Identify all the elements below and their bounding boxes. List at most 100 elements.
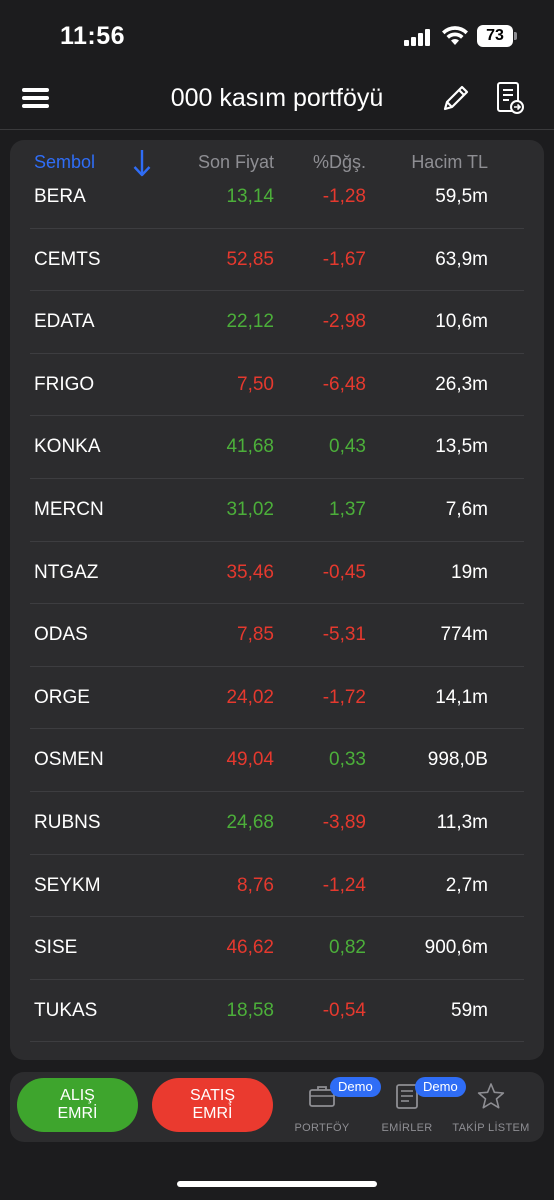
cell-volume: 26,3m — [435, 373, 488, 395]
cell-volume: 900,6m — [424, 937, 488, 959]
cell-price: 24,68 — [226, 811, 274, 833]
column-header-symbol[interactable]: Sembol — [34, 152, 95, 173]
cell-price: 49,04 — [226, 749, 274, 771]
cell-change: -1,72 — [322, 686, 366, 708]
cell-symbol: ODAS — [34, 624, 88, 646]
star-icon — [477, 1083, 505, 1109]
cell-volume: 63,9m — [435, 248, 488, 270]
status-bar: 11:56 73 — [0, 0, 554, 72]
tab-emirler-label: EMİRLER — [381, 1122, 433, 1134]
table-row[interactable]: FRIGO 7,50 -6,48 26,3m — [30, 354, 524, 417]
cell-price: 41,68 — [226, 436, 274, 458]
bottom-bar: ALIŞ EMRİ SATIŞ EMRİ Demo PORTFÖY Demo E… — [10, 1072, 544, 1142]
cell-volume: 13,5m — [435, 436, 488, 458]
cell-change: 0,43 — [329, 436, 366, 458]
cell-change: 0,82 — [329, 937, 366, 959]
table-body[interactable]: BERA 13,14 -1,28 59,5m CEMTS 52,85 -1,67 63,9m E… — [30, 166, 524, 1043]
column-header-price[interactable]: Son Fiyat — [198, 152, 274, 173]
cell-symbol: OSMEN — [34, 749, 104, 771]
tab-portfoy-label: PORTFÖY — [294, 1122, 350, 1134]
cell-volume: 59m — [451, 999, 488, 1021]
table-row[interactable]: MERCN 31,02 1,37 7,6m — [30, 479, 524, 542]
cell-volume: 59,5m — [435, 186, 488, 207]
cell-price: 24,02 — [226, 686, 274, 708]
status-time: 11:56 — [60, 22, 126, 50]
battery-level: 73 — [477, 25, 513, 47]
cell-price: 46,62 — [226, 937, 274, 959]
table-row[interactable]: OSMEN 49,04 0,33 998,0B — [30, 729, 524, 792]
table-row[interactable]: ORGE 24,02 -1,72 14,1m — [30, 667, 524, 730]
pencil-edit-icon[interactable] — [440, 82, 472, 114]
sell-order-label-line1: SATIŞ — [189, 1087, 236, 1104]
cell-volume: 11,3m — [436, 811, 488, 833]
column-header-volume[interactable]: Hacim TL — [411, 152, 488, 173]
table-row[interactable]: KONKA 41,68 0,43 13,5m — [30, 416, 524, 479]
cell-price: 35,46 — [226, 561, 274, 583]
tab-portfoy[interactable]: Demo PORTFÖY — [282, 1077, 381, 1136]
cell-symbol: CEMTS — [34, 248, 101, 270]
cell-change: -0,45 — [322, 561, 366, 583]
buy-order-button[interactable]: ALIŞ EMRİ — [17, 1078, 138, 1132]
cell-symbol: NTGAZ — [34, 561, 99, 583]
tab-emirler[interactable]: Demo EMİRLER — [367, 1077, 466, 1136]
cell-volume: 7,6m — [445, 498, 488, 520]
buy-order-label-line2: EMRİ — [57, 1105, 98, 1122]
tab-takip-listem-label: TAKİP LİSTEM — [452, 1122, 530, 1134]
cell-volume: 774m — [440, 624, 488, 646]
cell-symbol: MERCN — [34, 498, 104, 520]
cell-change: -2,98 — [322, 311, 366, 333]
cell-symbol: SISE — [34, 937, 78, 959]
export-list-icon[interactable] — [495, 80, 525, 116]
nav-bar: 000 kasım portföyü — [0, 72, 554, 130]
cell-volume: 19m — [451, 561, 488, 583]
cell-change: -0,54 — [322, 999, 366, 1021]
table-header: Sembol Son Fiyat %Dğş. Hacim TL — [10, 140, 544, 184]
cell-volume: 10,6m — [435, 311, 488, 333]
column-header-change[interactable]: %Dğş. — [313, 152, 366, 173]
wifi-icon — [442, 26, 468, 45]
buy-order-label-line1: ALIŞ — [60, 1087, 95, 1104]
home-indicator — [177, 1181, 377, 1187]
cell-symbol: BERA — [34, 186, 86, 207]
cell-volume: 998,0B — [427, 749, 488, 771]
cell-price: 13,14 — [226, 186, 274, 207]
cell-symbol: KONKA — [34, 436, 101, 458]
cell-change: -1,24 — [322, 874, 366, 896]
cell-price: 7,85 — [237, 624, 274, 646]
cell-price: 18,58 — [226, 999, 274, 1021]
cellular-signal-icon — [404, 28, 434, 46]
table-row[interactable]: SEYKM 8,76 -1,24 2,7m — [30, 855, 524, 918]
cell-symbol: EDATA — [34, 311, 95, 333]
cell-symbol: RUBNS — [34, 811, 101, 833]
cell-change: -1,28 — [322, 186, 366, 207]
table-row[interactable]: RUBNS 24,68 -3,89 11,3m — [30, 792, 524, 855]
table-row[interactable]: NTGAZ 35,46 -0,45 19m — [30, 542, 524, 605]
table-row[interactable]: TUKAS 18,58 -0,54 59m — [30, 980, 524, 1043]
cell-change: 1,37 — [329, 498, 366, 520]
cell-change: -3,89 — [322, 811, 366, 833]
cell-volume: 2,7m — [445, 874, 488, 896]
cell-symbol: FRIGO — [34, 373, 95, 395]
battery-icon: 73 — [477, 25, 517, 47]
table-row[interactable]: SISE 46,62 0,82 900,6m — [30, 917, 524, 980]
sort-descending-arrow-icon[interactable] — [132, 148, 152, 178]
table-row[interactable]: ODAS 7,85 -5,31 774m — [30, 604, 524, 667]
cell-symbol: TUKAS — [34, 999, 98, 1021]
portfolio-table: BERA 13,14 -1,28 59,5m CEMTS 52,85 -1,67 63,9m E… — [10, 140, 544, 1060]
cell-change: -5,31 — [322, 624, 366, 646]
cell-price: 52,85 — [226, 248, 274, 270]
cell-price: 7,50 — [237, 373, 274, 395]
cell-change: -6,48 — [322, 373, 366, 395]
cell-symbol: ORGE — [34, 686, 90, 708]
table-row[interactable]: EDATA 22,12 -2,98 10,6m — [30, 291, 524, 354]
cell-price: 22,12 — [226, 311, 274, 333]
cell-change: 0,33 — [329, 749, 366, 771]
cell-change: -1,67 — [322, 248, 366, 270]
cell-symbol: SEYKM — [34, 874, 101, 896]
cell-volume: 14,1m — [435, 686, 488, 708]
tab-takip-listem[interactable]: TAKİP LİSTEM — [451, 1078, 531, 1136]
cell-price: 31,02 — [226, 498, 274, 520]
sell-order-button[interactable]: SATIŞ EMRİ — [152, 1078, 273, 1132]
sell-order-label-line2: EMRİ — [192, 1105, 233, 1122]
table-row[interactable]: CEMTS 52,85 -1,67 63,9m — [30, 229, 524, 292]
